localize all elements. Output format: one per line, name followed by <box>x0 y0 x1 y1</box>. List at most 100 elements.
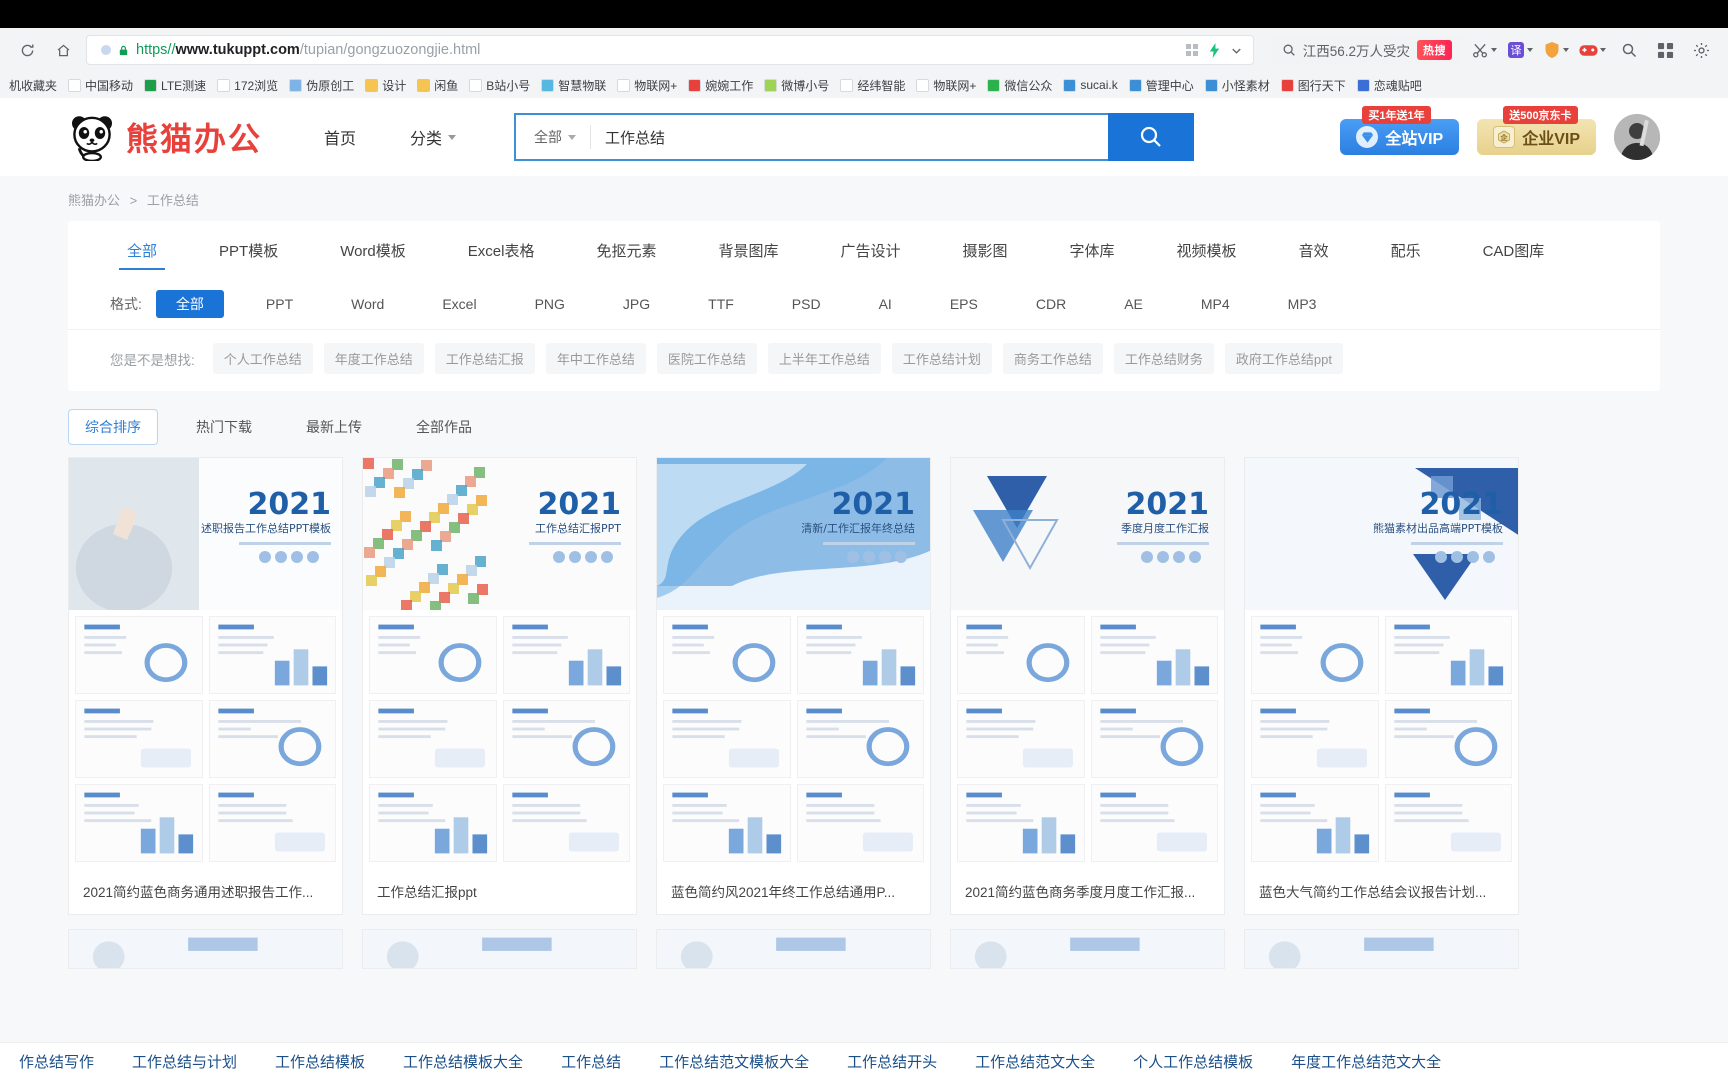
result-thumbnail[interactable]: 2021 季度月度工作汇报 <box>951 458 1224 868</box>
keyword-link[interactable]: 工作总结范文大全 <box>956 1051 1114 1072</box>
format-option-Word[interactable]: Word <box>335 292 400 316</box>
tab-PPT模板[interactable]: PPT模板 <box>188 221 309 279</box>
result-thumbnail[interactable]: 2021 述职报告工作总结PPT模板 <box>69 458 342 868</box>
vip-button-allsite[interactable]: 买1年送1年 全站VIP <box>1340 106 1460 155</box>
nav-item-home[interactable]: 首页 <box>324 125 356 149</box>
home-icon[interactable] <box>50 37 76 63</box>
format-option-MP4[interactable]: MP4 <box>1185 292 1246 316</box>
chevron-down-icon[interactable] <box>1230 44 1243 57</box>
bookmark-item[interactable]: 闲鱼 <box>412 75 463 96</box>
format-option-PSD[interactable]: PSD <box>776 292 837 316</box>
tab-免抠元素[interactable]: 免抠元素 <box>565 221 687 279</box>
bookmark-item[interactable]: 图行天下 <box>1276 75 1351 96</box>
result-card[interactable] <box>656 929 931 969</box>
result-card[interactable]: 2021 清新/工作汇报年终总结 蓝色简约风2021年终工作总结通用P... <box>656 457 931 915</box>
game-icon[interactable] <box>1579 43 1606 58</box>
format-option-CDR[interactable]: CDR <box>1020 292 1082 316</box>
bookmark-item[interactable]: 微信公众 <box>982 75 1057 96</box>
bookmark-item[interactable]: 物联网+ <box>612 75 682 96</box>
sort-option-最新上传[interactable]: 最新上传 <box>290 410 378 444</box>
sort-option-热门下载[interactable]: 热门下载 <box>180 410 268 444</box>
tab-Excel表格[interactable]: Excel表格 <box>437 221 566 279</box>
suggestion-tag[interactable]: 医院工作总结 <box>656 343 757 374</box>
bookmark-item[interactable]: 婉婉工作 <box>683 75 758 96</box>
bookmark-item[interactable]: B站小号 <box>464 75 535 96</box>
suggestion-tag[interactable]: 商务工作总结 <box>1002 343 1103 374</box>
result-card[interactable] <box>68 929 343 969</box>
bookmark-item[interactable]: 172浏览 <box>212 75 283 96</box>
keyword-link[interactable]: 工作总结与计划 <box>113 1051 256 1072</box>
zoom-icon[interactable] <box>1616 37 1642 63</box>
search-submit-button[interactable] <box>1108 113 1195 161</box>
bookmark-item[interactable]: LTE测速 <box>139 75 211 96</box>
tab-音效[interactable]: 音效 <box>1268 221 1360 279</box>
tab-视频模板[interactable]: 视频模板 <box>1146 221 1268 279</box>
result-thumbnail[interactable]: 2021 熊猫素材出品高端PPT模板 <box>1245 458 1518 868</box>
result-card[interactable]: 2021 熊猫素材出品高端PPT模板 蓝色大气简约工作总结会议报告计划... <box>1244 457 1519 915</box>
bookmark-item[interactable]: 小怪素材 <box>1200 75 1275 96</box>
suggestion-tag[interactable]: 个人工作总结 <box>212 343 313 374</box>
lightning-icon[interactable] <box>1208 42 1221 58</box>
result-card[interactable]: 2021 工作总结汇报PPT 工作总结汇报ppt <box>362 457 637 915</box>
suggestion-tag[interactable]: 年中工作总结 <box>545 343 646 374</box>
result-card[interactable]: 2021 述职报告工作总结PPT模板 2021简约蓝色商务通用述职报告工作... <box>68 457 343 915</box>
bookmark-item[interactable]: 伪原创工 <box>284 75 359 96</box>
bookmark-item[interactable]: 恋魂贴吧 <box>1352 75 1427 96</box>
bookmark-item[interactable]: 物联网+ <box>911 75 981 96</box>
suggestion-tag[interactable]: 政府工作总结ppt <box>1224 343 1343 374</box>
nav-item-category[interactable]: 分类 <box>410 125 457 149</box>
breadcrumb-current[interactable]: 工作总结 <box>147 193 199 208</box>
suggestion-tag[interactable]: 工作总结汇报 <box>434 343 535 374</box>
tab-字体库[interactable]: 字体库 <box>1039 221 1146 279</box>
tab-广告设计[interactable]: 广告设计 <box>810 221 932 279</box>
qr-icon[interactable] <box>1185 43 1199 57</box>
keyword-link[interactable]: 工作总结模板 <box>256 1051 384 1072</box>
keyword-link[interactable]: 年度工作总结范文大全 <box>1272 1051 1460 1072</box>
bookmark-item[interactable]: 机收藏夹 <box>4 75 62 96</box>
settings-icon[interactable] <box>1688 37 1714 63</box>
result-card[interactable]: 2021 季度月度工作汇报 2021简约蓝色商务季度月度工作汇报... <box>950 457 1225 915</box>
avatar[interactable] <box>1614 114 1660 160</box>
suggestion-tag[interactable]: 上半年工作总结 <box>767 343 881 374</box>
site-logo[interactable]: 熊猫办公 <box>68 113 262 161</box>
format-option-PPT[interactable]: PPT <box>250 292 309 316</box>
tab-配乐[interactable]: 配乐 <box>1360 221 1452 279</box>
format-option-AE[interactable]: AE <box>1108 292 1159 316</box>
shield-icon[interactable] <box>1543 41 1569 59</box>
format-option-EPS[interactable]: EPS <box>934 292 994 316</box>
tab-全部[interactable]: 全部 <box>96 221 188 279</box>
format-option-PNG[interactable]: PNG <box>519 292 581 316</box>
translate-icon[interactable]: 译 <box>1507 41 1533 59</box>
bookmark-item[interactable]: 微博小号 <box>759 75 834 96</box>
bookmark-item[interactable]: 管理中心 <box>1124 75 1199 96</box>
sort-option-全部作品[interactable]: 全部作品 <box>400 410 488 444</box>
keyword-link[interactable]: 工作总结开头 <box>828 1051 956 1072</box>
reload-icon[interactable] <box>14 37 40 63</box>
format-option-全部[interactable]: 全部 <box>155 290 224 318</box>
suggestion-tag[interactable]: 工作总结计划 <box>891 343 992 374</box>
keyword-link[interactable]: 个人工作总结模板 <box>1114 1051 1272 1072</box>
vip-button-enterprise[interactable]: 送500京东卡 企 企业VIP <box>1477 106 1596 155</box>
result-thumbnail[interactable]: 2021 清新/工作汇报年终总结 <box>657 458 930 868</box>
format-option-AI[interactable]: AI <box>863 292 908 316</box>
tab-背景图库[interactable]: 背景图库 <box>687 221 809 279</box>
format-option-MP3[interactable]: MP3 <box>1272 292 1333 316</box>
keyword-link[interactable]: 工作总结 <box>542 1051 640 1072</box>
apps-icon[interactable] <box>1652 37 1678 63</box>
tab-Word模板[interactable]: Word模板 <box>309 221 437 279</box>
suggestion-tag[interactable]: 年度工作总结 <box>323 343 424 374</box>
bookmark-item[interactable]: 智慧物联 <box>536 75 611 96</box>
sort-option-综合排序[interactable]: 综合排序 <box>68 409 158 445</box>
result-card[interactable] <box>362 929 637 969</box>
result-card[interactable] <box>1244 929 1519 969</box>
bookmark-item[interactable]: 经纬智能 <box>835 75 910 96</box>
browser-search-box[interactable]: 江西56.2万人受灾 热搜 <box>1271 35 1462 65</box>
search-category-selector[interactable]: 全部 <box>516 125 592 149</box>
scissors-icon[interactable] <box>1472 42 1497 59</box>
bookmark-item[interactable]: sucai.k <box>1058 76 1122 94</box>
tab-CAD图库[interactable]: CAD图库 <box>1452 221 1576 279</box>
keyword-link[interactable]: 工作总结范文模板大全 <box>640 1051 828 1072</box>
result-thumbnail[interactable]: 2021 工作总结汇报PPT <box>363 458 636 868</box>
bookmark-item[interactable]: 设计 <box>360 75 411 96</box>
tab-摄影图[interactable]: 摄影图 <box>932 221 1039 279</box>
